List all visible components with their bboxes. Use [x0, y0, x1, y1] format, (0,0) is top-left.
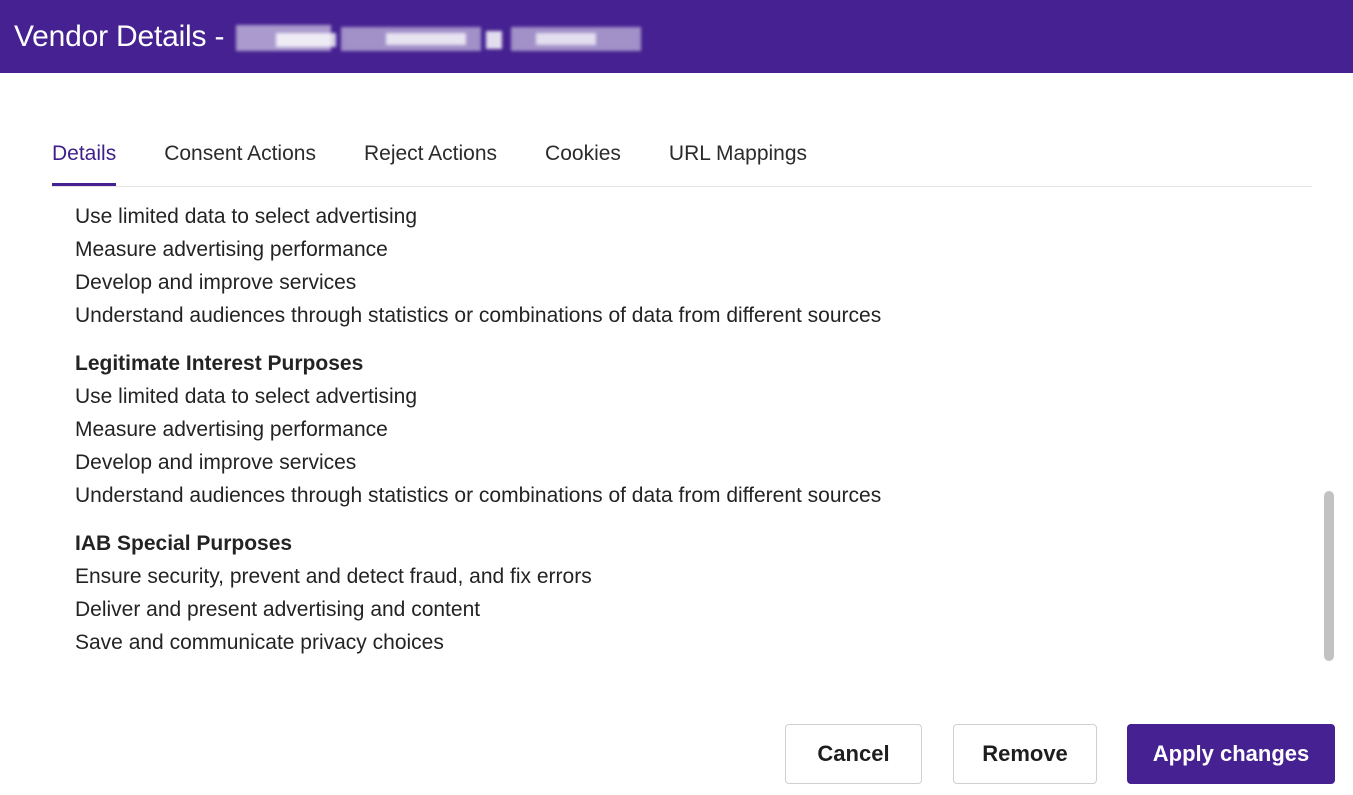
- dialog-header: Vendor Details -: [0, 0, 1353, 73]
- dialog-title: Vendor Details -: [14, 19, 225, 53]
- tab-url-mappings[interactable]: URL Mappings: [669, 142, 807, 186]
- tab-bar: Details Consent Actions Reject Actions C…: [52, 120, 1312, 187]
- tab-consent-actions[interactable]: Consent Actions: [164, 142, 316, 186]
- special-purposes-list: Ensure security, prevent and detect frau…: [75, 560, 1305, 659]
- details-content[interactable]: Use limited data to select advertising M…: [75, 200, 1305, 670]
- list-item: Use limited data to select advertising: [75, 385, 417, 408]
- list-item: Understand audiences through statistics …: [75, 484, 882, 507]
- list-item: Use limited data to select advertising: [75, 205, 417, 228]
- purposes-list: Use limited data to select advertising M…: [75, 200, 1305, 332]
- legitimate-interest-heading: Legitimate Interest Purposes: [75, 352, 364, 375]
- list-item: Measure advertising performance: [75, 238, 388, 261]
- list-item: Measure advertising performance: [75, 418, 388, 441]
- apply-changes-button[interactable]: Apply changes: [1127, 724, 1335, 784]
- list-item: Deliver and present advertising and cont…: [75, 598, 481, 621]
- legitimate-interest-list: Use limited data to select advertising M…: [75, 380, 1305, 512]
- list-item: Develop and improve services: [75, 451, 357, 474]
- special-purposes-heading: IAB Special Purposes: [75, 532, 293, 555]
- list-item: Ensure security, prevent and detect frau…: [75, 565, 592, 588]
- scrollbar-thumb[interactable]: [1324, 491, 1334, 661]
- list-item: Develop and improve services: [75, 271, 357, 294]
- tab-details[interactable]: Details: [52, 142, 117, 186]
- cancel-button[interactable]: Cancel: [785, 724, 922, 784]
- list-item: Understand audiences through statistics …: [75, 304, 882, 327]
- tab-reject-actions[interactable]: Reject Actions: [364, 142, 497, 186]
- remove-button[interactable]: Remove: [953, 724, 1097, 784]
- list-item: Save and communicate privacy choices: [75, 631, 444, 654]
- tab-cookies[interactable]: Cookies: [545, 142, 621, 186]
- redacted-vendor-name: [236, 17, 656, 57]
